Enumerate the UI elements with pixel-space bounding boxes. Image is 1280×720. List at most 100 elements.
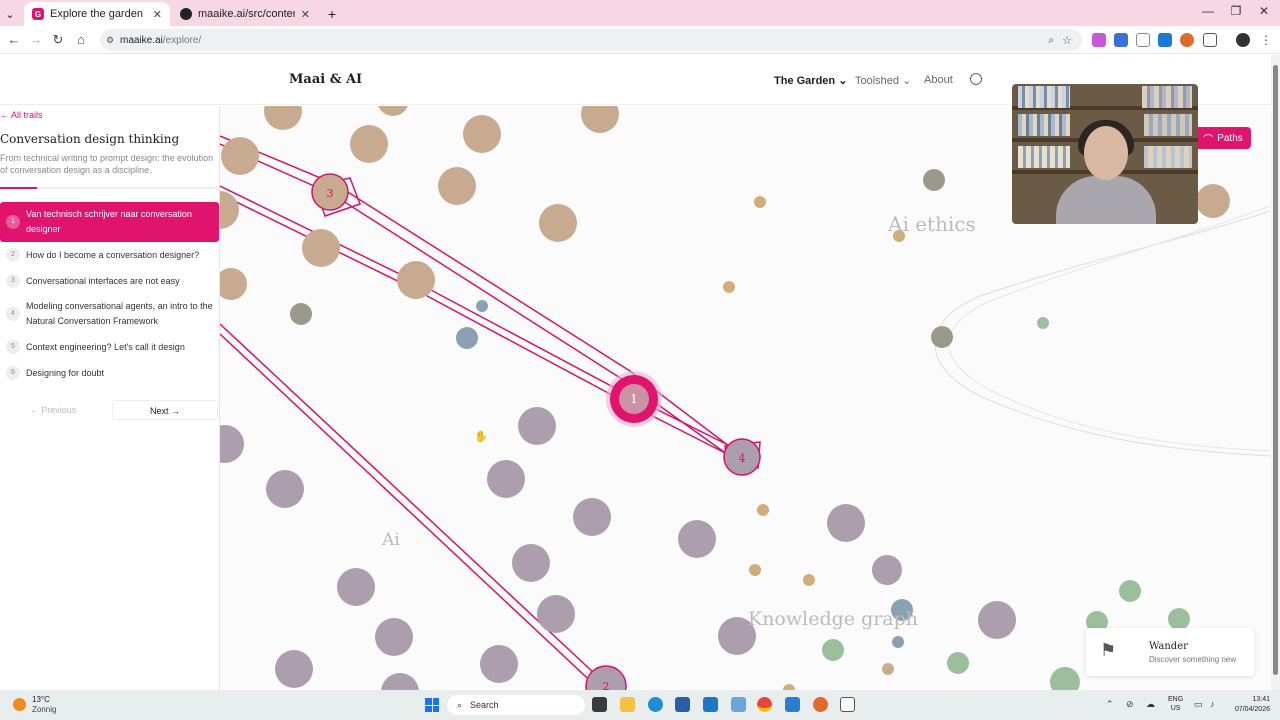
tab-github[interactable]: maaike.ai/src/content/articles/i ✕ [172,2,318,26]
next-button[interactable]: Next → [112,400,218,420]
graph-node[interactable] [1196,184,1230,218]
graph-node[interactable] [463,115,501,153]
graph-node[interactable] [923,169,945,191]
graph-node[interactable] [480,645,518,683]
graph-node[interactable] [537,595,575,633]
graph-node[interactable] [581,106,619,133]
graph-node[interactable] [264,106,302,130]
all-trails-link[interactable]: ← All trails [0,110,43,120]
app-icon[interactable] [785,697,800,712]
graph-node[interactable] [375,618,413,656]
bookmark-star-icon[interactable]: ☆ [1062,34,1072,47]
graph-node[interactable] [1037,317,1049,329]
trail-item[interactable]: 5 Context engineering? Let's call it desi… [0,334,219,360]
reload-icon[interactable]: ↻ [49,31,67,49]
trail-item[interactable]: 1 Van technisch schrijver naar conversati… [0,202,219,242]
graph-node[interactable] [518,407,556,445]
tab-explore-garden[interactable]: G Explore the garden ✕ [24,2,170,26]
graph-node[interactable] [397,261,435,299]
graph-node[interactable] [350,125,388,163]
taskbar-search[interactable]: ⌕ Search [447,695,585,715]
display-icon[interactable]: ▭ [1194,699,1203,710]
graph-node[interactable] [302,229,340,267]
task-view-icon[interactable] [592,697,607,712]
graph-node[interactable] [947,652,969,674]
graph-node[interactable] [337,568,375,606]
graph-node[interactable] [978,601,1016,639]
network-off-icon[interactable]: ⊘ [1126,699,1134,710]
graph-node[interactable] [1050,667,1080,690]
graph-node[interactable] [678,520,716,558]
minimize-icon[interactable]: — [1196,4,1220,18]
site-logo[interactable]: Maai & AI [289,72,362,87]
graph-node[interactable] [377,106,409,116]
restore-icon[interactable]: ❐ [1224,4,1248,18]
address-bar[interactable]: ⚙ maaike.ai/explore/ ⌕ ☆ [100,29,1082,51]
graph-node[interactable] [487,460,525,498]
file-explorer-icon[interactable] [620,697,635,712]
tray-chevron-icon[interactable]: ⌃ [1106,699,1114,710]
graph-node[interactable] [827,504,865,542]
home-icon[interactable]: ⌂ [72,31,90,49]
graph-node[interactable] [882,663,894,675]
graph-node[interactable] [872,555,902,585]
zoom-icon[interactable]: ⌕ [1048,35,1054,46]
graph-node[interactable] [220,425,244,463]
previous-button[interactable]: ← Previous [0,400,106,420]
wander-card[interactable]: ⚑ Wander Discover something new [1086,628,1254,676]
typora-icon[interactable] [840,697,855,712]
browser-menu-icon[interactable]: ⋮ [1259,33,1273,47]
windows-start-icon[interactable] [425,698,439,712]
trail-item[interactable]: 3 Conversational interfaces are not easy [0,268,219,294]
profile-avatar[interactable] [1236,33,1250,47]
edge-icon[interactable] [648,697,663,712]
extensions-puzzle-icon[interactable] [1203,33,1217,47]
graph-node[interactable] [220,191,239,229]
extension-icon[interactable] [1180,33,1194,47]
graph-node[interactable] [822,639,844,661]
graph-node[interactable] [381,673,419,690]
weather-sun-icon[interactable] [13,698,26,711]
graph-node[interactable] [754,196,766,208]
graph-node[interactable] [892,636,904,648]
tab-search-dropdown-icon[interactable]: ⌄ [2,2,18,26]
language-indicator[interactable]: ENG US [1168,695,1183,713]
graph-node[interactable] [220,268,247,300]
outlook-icon[interactable] [703,697,718,712]
forward-arrow-icon[interactable]: → [27,31,45,49]
chrome-icon[interactable] [757,697,772,712]
claude-icon[interactable] [813,697,828,712]
scrollbar-thumb[interactable] [1273,65,1278,675]
trail-item[interactable]: 4 Modeling conversational agents, an intr… [0,294,219,334]
system-clock[interactable]: 13:41 07/04/2026 [1220,695,1270,715]
extension-icon[interactable] [1136,33,1150,47]
graph-node[interactable] [456,327,478,349]
site-info-icon[interactable]: ⚙ [106,35,114,46]
compass-icon[interactable] [970,73,982,85]
graph-node[interactable] [931,326,953,348]
graph-node[interactable] [221,137,259,175]
nav-the-garden[interactable]: The Garden ⌄ [774,74,847,87]
graph-node[interactable] [1168,608,1190,630]
close-tab-icon[interactable]: ✕ [153,8,162,21]
graph-node[interactable] [749,564,761,576]
graph-node[interactable] [275,650,313,688]
back-arrow-icon[interactable]: ← [5,31,23,49]
graph-node[interactable] [1119,580,1141,602]
store-icon[interactable] [675,697,690,712]
graph-node[interactable] [290,303,312,325]
cloud-icon[interactable]: ☁ [1146,699,1155,710]
extension-icon[interactable] [1092,33,1106,47]
new-tab-icon[interactable]: + [322,2,342,26]
page-scrollbar[interactable] [1271,55,1280,690]
graph-node[interactable] [476,300,488,312]
paths-button[interactable]: ⌒ Paths [1195,127,1251,149]
graph-node[interactable] [573,498,611,536]
trail-item[interactable]: 2 How do I become a conversation designer… [0,242,219,268]
volume-icon[interactable]: ♪ [1210,699,1215,709]
trail-item[interactable]: 6 Designing for doubt [0,360,219,386]
extension-icon[interactable] [1114,33,1128,47]
graph-node[interactable] [438,167,476,205]
extension-icon[interactable] [1158,33,1172,47]
graph-node[interactable] [539,204,577,242]
